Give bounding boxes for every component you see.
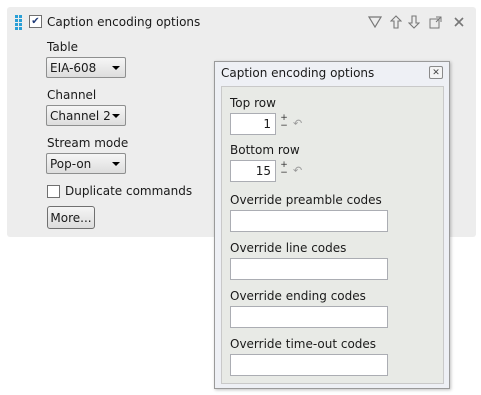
duplicate-commands-option[interactable]: Duplicate commands [47, 184, 192, 198]
channel-dropdown[interactable]: Channel 2 [46, 105, 126, 126]
move-down-icon[interactable] [408, 13, 420, 31]
stream-mode-dropdown[interactable]: Pop-on [46, 153, 126, 174]
popout-icon[interactable] [426, 13, 444, 31]
filter-icon[interactable] [366, 13, 384, 31]
override-timeout-label: Override time-out codes [230, 337, 377, 351]
reset-icon[interactable]: ↶ [293, 164, 307, 178]
top-row-label: Top row [230, 96, 276, 110]
table-dropdown-value: EIA-608 [50, 60, 97, 75]
override-timeout-input[interactable] [230, 354, 388, 376]
drag-grip-icon[interactable] [15, 15, 23, 31]
enable-checkbox[interactable] [29, 15, 42, 28]
popup-title: Caption encoding options [221, 66, 375, 80]
table-dropdown[interactable]: EIA-608 [46, 57, 126, 78]
duplicate-commands-label: Duplicate commands [65, 184, 193, 198]
bottom-row-stepper[interactable]: + − [279, 161, 289, 178]
override-ending-label: Override ending codes [230, 289, 366, 303]
top-row-input[interactable]: 1 [230, 113, 276, 135]
stream-mode-label: Stream mode [47, 136, 129, 150]
override-preamble-label: Override preamble codes [230, 193, 382, 207]
stream-mode-dropdown-value: Pop-on [50, 156, 92, 171]
table-label: Table [47, 40, 79, 54]
chevron-down-icon [112, 114, 120, 118]
panel-toolbar [366, 13, 468, 31]
popup-body: Top row 1 + − ↶ Bottom row 15 + − ↶ Overri… [221, 86, 444, 384]
close-icon[interactable]: ✕ [429, 66, 443, 79]
bottom-row-label: Bottom row [230, 143, 300, 157]
override-ending-input[interactable] [230, 306, 388, 328]
close-icon[interactable] [450, 13, 468, 31]
channel-dropdown-value: Channel 2 [50, 108, 111, 123]
override-line-input[interactable] [230, 258, 388, 280]
more-button[interactable]: More... [47, 206, 95, 229]
top-row-stepper[interactable]: + − [279, 114, 289, 131]
caption-encoding-popup: Caption encoding options ✕ Top row 1 + − … [214, 61, 450, 389]
duplicate-commands-checkbox[interactable] [47, 184, 60, 198]
chevron-down-icon [112, 66, 120, 70]
channel-label: Channel [47, 88, 97, 102]
bottom-row-input[interactable]: 15 [230, 160, 276, 182]
chevron-down-icon [112, 162, 120, 166]
reset-icon[interactable]: ↶ [293, 117, 307, 131]
override-preamble-input[interactable] [230, 210, 388, 232]
override-line-label: Override line codes [230, 241, 347, 255]
panel-title: Caption encoding options [47, 15, 201, 29]
move-up-icon[interactable] [390, 13, 402, 31]
